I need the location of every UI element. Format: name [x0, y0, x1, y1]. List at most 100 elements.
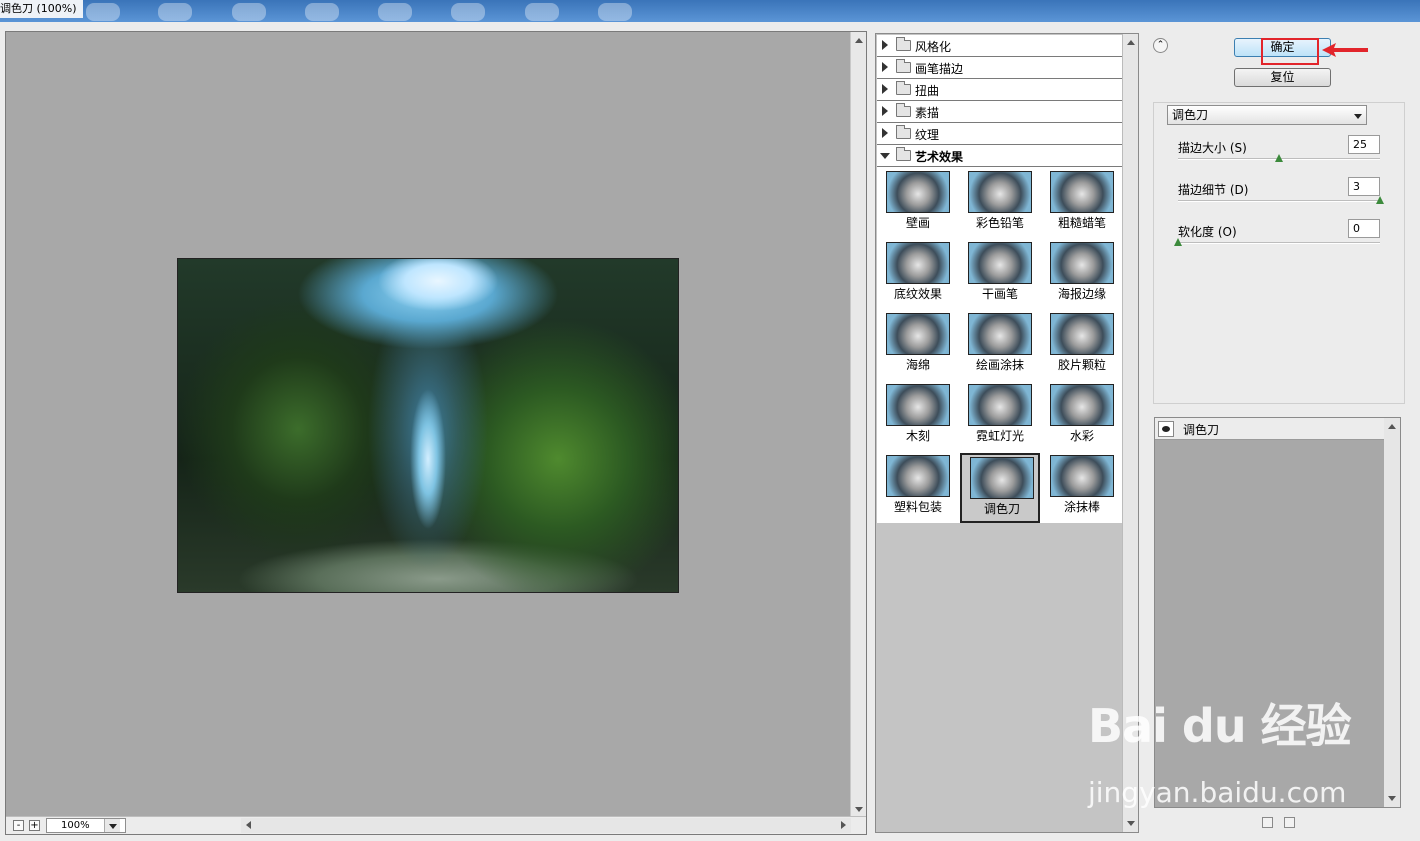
collapse-gallery-button[interactable]: ⌃	[1153, 38, 1168, 53]
category-brush-strokes[interactable]: 画笔描边	[877, 57, 1123, 79]
filter-preview-image	[886, 242, 950, 284]
category-artistic[interactable]: 艺术效果	[877, 145, 1123, 167]
taskbar-icon[interactable]	[451, 3, 485, 21]
filter-preview-image	[886, 171, 950, 213]
zoom-out-button[interactable]: -	[13, 820, 24, 831]
param-stroke-size: 描边大小 (S) 25	[1178, 135, 1388, 179]
scroll-up-icon[interactable]	[1388, 424, 1396, 429]
filter-thumbnail[interactable]: 彩色铅笔	[960, 169, 1040, 239]
slider-knob[interactable]	[1376, 196, 1384, 204]
layers-vertical-scrollbar[interactable]	[1384, 418, 1400, 807]
category-label: 艺术效果	[915, 150, 964, 164]
taskbar-icon[interactable]	[525, 3, 559, 21]
filter-thumbnail[interactable]: 绘画涂抹	[960, 311, 1040, 381]
filter-label: 壁画	[905, 216, 930, 230]
filter-thumbnail[interactable]: 木刻	[878, 382, 958, 452]
taskbar-icon[interactable]	[86, 3, 120, 21]
taskbar-icon[interactable]	[598, 3, 632, 21]
slider-track[interactable]	[1178, 200, 1380, 202]
filter-preview-image	[1050, 313, 1114, 355]
filter-preview-image	[968, 242, 1032, 284]
taskbar-icon[interactable]	[158, 3, 192, 21]
filter-thumbnail[interactable]: 壁画	[878, 169, 958, 239]
param-label: 描边细节 (D)	[1178, 183, 1249, 197]
slider-track[interactable]	[1178, 242, 1380, 244]
taskbar-icon[interactable]	[305, 3, 339, 21]
scroll-down-icon[interactable]	[855, 807, 863, 812]
zoom-dropdown-icon[interactable]	[104, 819, 120, 832]
filter-preview-image	[1050, 455, 1114, 497]
scroll-right-icon[interactable]	[841, 821, 846, 829]
expand-triangle-icon[interactable]	[882, 40, 888, 50]
filter-gallery: 风格化 画笔描边 扭曲 素描 纹理 艺术效果 壁画 彩色铅笔 粗糙蜡笔底纹效果 干画笔…	[875, 33, 1139, 833]
effect-layer-row[interactable]: 调色刀	[1155, 418, 1385, 440]
filter-settings-panel: 调色刀 描边大小 (S) 25 描边细节 (D) 3 软化度 (O) 0	[1153, 102, 1405, 404]
reset-button[interactable]: 复位	[1234, 68, 1331, 87]
preview-image[interactable]	[177, 258, 679, 593]
filter-select-value: 调色刀	[1172, 108, 1209, 122]
new-effect-layer-icon[interactable]	[1262, 817, 1273, 828]
expand-triangle-icon[interactable]	[882, 128, 888, 138]
filter-category-list: 风格化 画笔描边 扭曲 素描 纹理 艺术效果 壁画 彩色铅笔 粗糙蜡笔底纹效果 干画笔…	[877, 35, 1123, 523]
filter-thumbnail[interactable]: 霓虹灯光	[960, 382, 1040, 452]
filter-thumbnail[interactable]: 塑料包装	[878, 453, 958, 523]
preview-vertical-scrollbar[interactable]	[850, 32, 866, 818]
param-value-input[interactable]: 3	[1348, 177, 1380, 196]
filter-thumbnail[interactable]: 海绵	[878, 311, 958, 381]
filter-preview-image	[968, 313, 1032, 355]
category-sketch[interactable]: 素描	[877, 101, 1123, 123]
filter-label: 霓虹灯光	[975, 429, 1024, 443]
category-label: 扭曲	[915, 84, 940, 98]
expand-triangle-icon[interactable]	[882, 62, 888, 72]
filter-label: 彩色铅笔	[975, 216, 1024, 230]
scroll-up-icon[interactable]	[855, 38, 863, 43]
filter-label: 涂抹棒	[1063, 500, 1100, 514]
param-value-input[interactable]: 25	[1348, 135, 1380, 154]
folder-icon	[896, 147, 911, 161]
filter-thumbnail[interactable]: 胶片颗粒	[1042, 311, 1122, 381]
expand-triangle-icon[interactable]	[882, 106, 888, 116]
filter-thumbnail[interactable]: 水彩	[1042, 382, 1122, 452]
param-stroke-detail: 描边细节 (D) 3	[1178, 177, 1388, 221]
taskbar-icon[interactable]	[378, 3, 412, 21]
slider-knob[interactable]	[1174, 238, 1182, 246]
filter-select-dropdown[interactable]: 调色刀	[1167, 105, 1367, 125]
scroll-down-icon[interactable]	[1388, 796, 1396, 801]
param-value-input[interactable]: 0	[1348, 219, 1380, 238]
filter-thumbnail[interactable]: 底纹效果	[878, 240, 958, 310]
category-label: 纹理	[915, 128, 940, 142]
preview-pane[interactable]: - + 100%	[5, 31, 867, 835]
category-distort[interactable]: 扭曲	[877, 79, 1123, 101]
window-title: 调色刀 (100%)	[0, 0, 83, 18]
eye-icon[interactable]	[1158, 421, 1174, 437]
expand-triangle-icon[interactable]	[882, 84, 888, 94]
scroll-up-icon[interactable]	[1127, 40, 1135, 45]
filter-thumbnail[interactable]: 涂抹棒	[1042, 453, 1122, 523]
filter-label: 绘画涂抹	[975, 358, 1024, 372]
filter-thumbnail[interactable]: 海报边缘	[1042, 240, 1122, 310]
folder-icon	[896, 59, 911, 73]
taskbar-icon[interactable]	[232, 3, 266, 21]
scroll-left-icon[interactable]	[246, 821, 251, 829]
preview-horizontal-scrollbar[interactable]	[241, 818, 851, 833]
filter-preview-image	[1050, 242, 1114, 284]
scroll-down-icon[interactable]	[1127, 821, 1135, 826]
trash-icon[interactable]	[1284, 817, 1295, 828]
param-softness: 软化度 (O) 0	[1174, 219, 1388, 263]
filter-label: 干画笔	[981, 287, 1018, 301]
zoom-in-button[interactable]: +	[29, 820, 40, 831]
filter-thumbnail[interactable]: 粗糙蜡笔	[1042, 169, 1122, 239]
filter-preview-image	[886, 313, 950, 355]
slider-knob[interactable]	[1275, 154, 1283, 162]
filter-preview-image	[968, 384, 1032, 426]
gallery-vertical-scrollbar[interactable]	[1122, 34, 1138, 832]
filter-label: 塑料包装	[893, 500, 942, 514]
collapse-triangle-icon[interactable]	[880, 153, 890, 159]
filter-label: 海报边缘	[1057, 287, 1106, 301]
category-stylize[interactable]: 风格化	[877, 35, 1123, 57]
filter-thumbnail[interactable]: 调色刀	[960, 453, 1040, 523]
filter-thumbnail[interactable]: 干画笔	[960, 240, 1040, 310]
chevron-down-icon	[1354, 114, 1362, 119]
category-texture[interactable]: 纹理	[877, 123, 1123, 145]
filter-preview-image	[886, 455, 950, 497]
